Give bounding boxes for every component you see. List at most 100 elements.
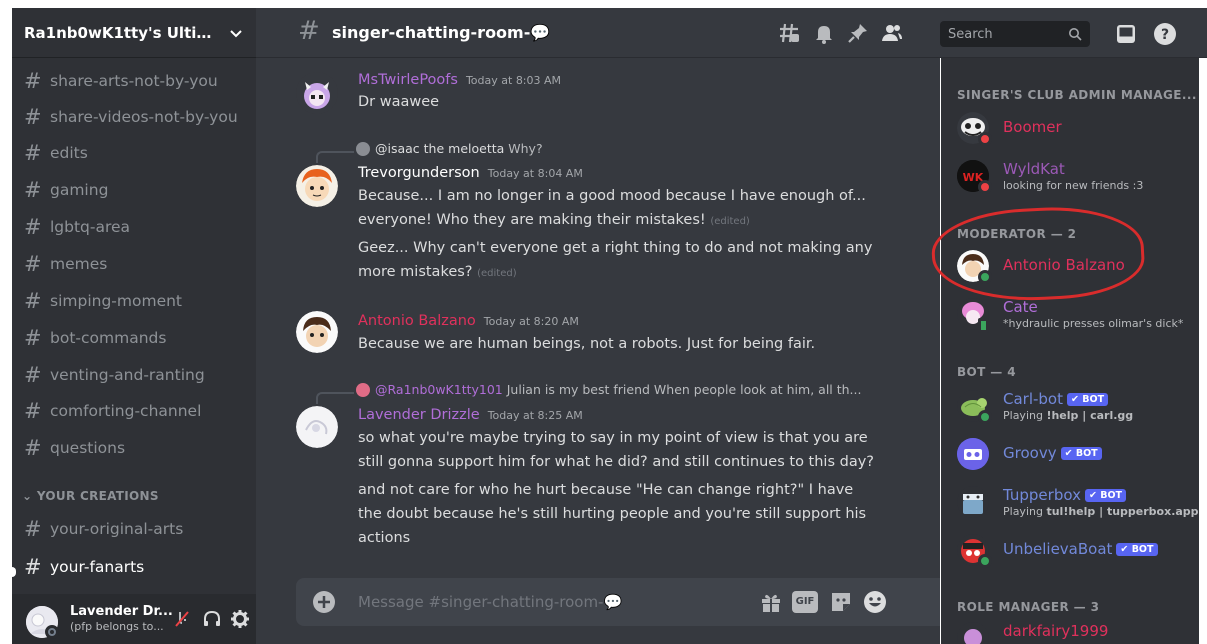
avatar bbox=[356, 141, 370, 156]
channel-comforting-channel[interactable]: # comforting-channel bbox=[12, 394, 256, 428]
channel-share-arts-not-by-you[interactable]: # share-arts-not-by-you bbox=[12, 64, 256, 98]
hash-icon: # bbox=[24, 517, 42, 541]
pin-icon[interactable] bbox=[847, 22, 869, 44]
channel-label: venting-and-ranting bbox=[50, 366, 205, 384]
channel-venting-and-ranting[interactable]: # venting-and-ranting bbox=[12, 358, 256, 392]
member-item[interactable]: UnbelievaBoat ✔ BOT bbox=[957, 528, 1199, 572]
channel-share-videos-not-by-you[interactable]: # share-videos-not-by-you bbox=[12, 100, 256, 134]
message-author[interactable]: Trevorgunderson Today at 8:04 AM bbox=[358, 165, 583, 181]
status-online-icon bbox=[978, 554, 992, 568]
avatar bbox=[356, 382, 370, 397]
status-mobile-icon bbox=[978, 318, 989, 333]
channel-questions[interactable]: # questions bbox=[12, 431, 256, 465]
channel-label: lgbtq-area bbox=[50, 218, 131, 236]
member-status-text: Playing tul!help | tupperbox.app bbox=[1003, 505, 1199, 518]
reply-text: Why? bbox=[508, 141, 543, 156]
message-text: more mistakes? (edited) bbox=[358, 264, 517, 280]
channel-simping-moment[interactable]: # simping-moment bbox=[12, 284, 256, 318]
member-item[interactable]: darkfairy1999 bbox=[957, 616, 1199, 644]
bell-icon[interactable] bbox=[813, 22, 835, 44]
member-name: Antonio Balzano bbox=[1003, 256, 1125, 274]
message-text: so what you're maybe trying to say in my… bbox=[358, 430, 868, 446]
category-your-creations[interactable]: ⌄ YOUR CREATIONS bbox=[22, 489, 159, 503]
avatar[interactable] bbox=[296, 311, 338, 353]
timestamp: Today at 8:25 AM bbox=[487, 409, 583, 422]
channel-bot-commands[interactable]: # bot-commands bbox=[12, 321, 256, 355]
reply-preview[interactable]: @isaac the meloetta Why? bbox=[356, 141, 543, 156]
channel-your-fanarts[interactable]: # your-fanarts bbox=[12, 550, 256, 584]
channel-label: share-arts-not-by-you bbox=[50, 72, 218, 90]
status-online-icon bbox=[978, 410, 992, 424]
reply-preview[interactable]: @Ra1nb0wK1tty101 Julian is my best frien… bbox=[356, 382, 861, 397]
hash-icon: # bbox=[24, 289, 42, 313]
role-header: SINGER'S CLUB ADMIN MANAGE... bbox=[957, 88, 1197, 102]
search-icon[interactable] bbox=[1068, 27, 1082, 41]
member-item[interactable]: Cate *hydraulic presses olimar's dick* bbox=[957, 292, 1199, 336]
member-name: Tupperbox ✔ BOT bbox=[1003, 486, 1127, 504]
role-header: BOT — 4 bbox=[957, 365, 1017, 379]
channel-edits[interactable]: # edits bbox=[12, 136, 256, 170]
message-input[interactable] bbox=[358, 590, 718, 614]
status-dnd-icon bbox=[978, 132, 992, 146]
gear-icon[interactable] bbox=[230, 609, 250, 629]
channel-your-original-arts[interactable]: # your-original-arts bbox=[12, 512, 256, 546]
author-name: MsTwirlePoofs bbox=[358, 72, 458, 88]
gif-icon[interactable]: GIF bbox=[792, 591, 818, 613]
server-header[interactable]: Ra1nb0wK1tty's Ultimat... bbox=[12, 8, 256, 58]
member-status-text: *hydraulic presses olimar's dick* bbox=[1003, 317, 1184, 330]
chevron-down-icon[interactable] bbox=[228, 25, 244, 41]
chat-area: MsTwirlePoofs Today at 8:03 AM Dr waawee … bbox=[256, 8, 940, 644]
avatar[interactable] bbox=[296, 406, 338, 448]
inbox-icon[interactable] bbox=[1114, 22, 1138, 46]
member-list: SINGER'S CLUB ADMIN MANAGE... Boomer WK … bbox=[941, 58, 1199, 644]
hash-icon: # bbox=[24, 363, 42, 387]
message-author[interactable]: MsTwirlePoofs Today at 8:03 AM bbox=[358, 72, 561, 88]
activity-name: !help | carl.gg bbox=[1046, 409, 1134, 422]
activity-prefix: Playing bbox=[1003, 505, 1047, 518]
members-icon[interactable] bbox=[881, 22, 903, 44]
avatar[interactable] bbox=[296, 165, 338, 207]
member-item[interactable]: Carl-bot ✔ BOT Playing !help | carl.gg bbox=[957, 384, 1199, 428]
add-circle-icon[interactable] bbox=[312, 590, 336, 614]
message-line: more mistakes? bbox=[358, 264, 473, 280]
category-label: YOUR CREATIONS bbox=[36, 489, 159, 503]
avatar[interactable] bbox=[296, 72, 338, 114]
help-icon[interactable]: ? bbox=[1153, 22, 1177, 46]
gift-icon[interactable] bbox=[758, 589, 784, 615]
message-text: actions bbox=[358, 530, 411, 546]
message-text: the doubt because he's still hurting peo… bbox=[358, 506, 867, 522]
bot-badge: ✔ BOT bbox=[1116, 543, 1158, 556]
message-text: Dr waawee bbox=[358, 94, 440, 110]
channel-gaming[interactable]: # gaming bbox=[12, 173, 256, 207]
channel-memes[interactable]: # memes bbox=[12, 247, 256, 281]
timestamp: Today at 8:03 AM bbox=[465, 74, 562, 87]
member-name: WyldKat bbox=[1003, 160, 1065, 178]
edited-tag: (edited) bbox=[710, 216, 750, 227]
reply-user: @isaac the meloetta bbox=[375, 141, 505, 156]
role-header: ROLE MANAGER — 3 bbox=[957, 600, 1100, 614]
page-title: singer-chatting-room-💬 bbox=[332, 23, 551, 42]
headphones-icon[interactable] bbox=[202, 609, 222, 629]
message-author[interactable]: Antonio Balzano Today at 8:20 AM bbox=[358, 313, 579, 329]
member-item[interactable]: Boomer bbox=[957, 106, 1199, 150]
channel-lgbtq-area[interactable]: # lgbtq-area bbox=[12, 210, 256, 244]
edited-tag: (edited) bbox=[477, 268, 517, 279]
search-input[interactable] bbox=[948, 24, 1058, 44]
channel-label: your-original-arts bbox=[50, 520, 184, 538]
timestamp: Today at 8:04 AM bbox=[487, 167, 583, 180]
threads-icon[interactable] bbox=[778, 22, 800, 44]
bot-badge: ✔ BOT bbox=[1067, 393, 1109, 406]
hash-icon: # bbox=[24, 436, 42, 460]
avatar bbox=[957, 486, 989, 518]
emoji-icon[interactable] bbox=[862, 589, 888, 615]
member-item[interactable]: Antonio Balzano bbox=[957, 244, 1199, 288]
user-name: Lavender Dr... bbox=[70, 604, 173, 619]
sticker-icon[interactable] bbox=[828, 589, 854, 615]
member-item[interactable]: Tupperbox ✔ BOT Playing tul!help | tupper… bbox=[957, 480, 1199, 524]
message-text: everyone! Who they are making their mist… bbox=[358, 212, 750, 228]
activity-name: tul!help | tupperbox.app bbox=[1046, 505, 1199, 518]
member-item[interactable]: Groovy ✔ BOT bbox=[957, 432, 1199, 476]
member-item[interactable]: WK WyldKat looking for new friends :3 bbox=[957, 154, 1199, 198]
mute-mic-icon[interactable] bbox=[172, 609, 192, 629]
message-author[interactable]: Lavender Drizzle Today at 8:25 AM bbox=[358, 407, 583, 423]
